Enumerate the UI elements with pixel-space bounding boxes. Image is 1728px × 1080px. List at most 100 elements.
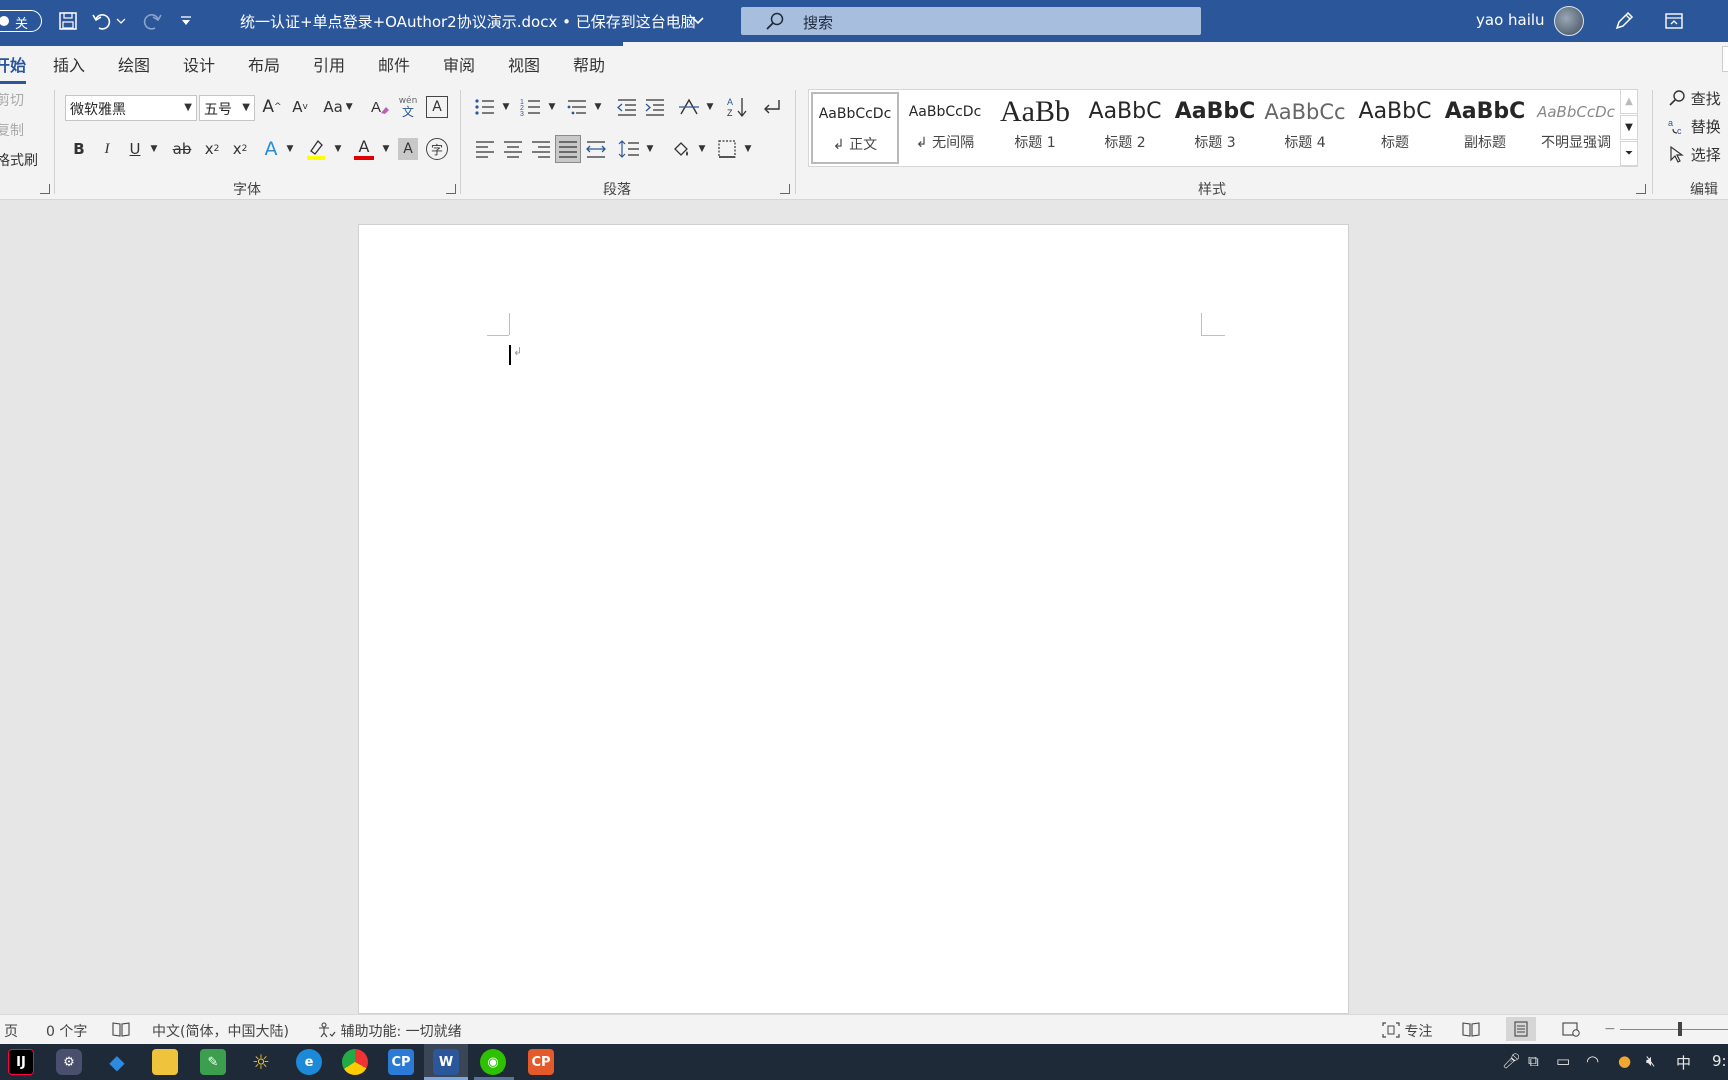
bullets-icon[interactable] — [472, 94, 498, 120]
edge-browser-icon[interactable]: e — [296, 1049, 322, 1075]
shrink-font-button[interactable]: Av — [288, 94, 312, 120]
word-count[interactable]: 0 个字 — [46, 1021, 87, 1041]
web-layout-icon[interactable] — [1562, 1021, 1580, 1041]
bullets-dropdown-icon[interactable]: ▼ — [500, 94, 512, 120]
document-title[interactable]: 统一认证+单点登录+OAuthor2协议演示.docx • 已保存到这台电脑 — [240, 11, 696, 32]
highlight-color-icon[interactable] — [304, 136, 328, 162]
strikethrough-button[interactable]: ab — [170, 136, 194, 162]
save-icon[interactable] — [56, 9, 80, 33]
select-button[interactable]: 选择 — [1668, 144, 1721, 165]
align-center-icon[interactable] — [500, 136, 526, 162]
style-subtle-emphasis[interactable]: AaBbCcDc 不明显强调 — [1531, 92, 1621, 164]
zoom-slider[interactable] — [1620, 1029, 1728, 1030]
style-heading-2[interactable]: AaBbC 标题 2 — [1081, 92, 1169, 164]
tab-help[interactable]: 帮助 — [573, 52, 605, 76]
style-title[interactable]: AaBbC 标题 — [1351, 92, 1439, 164]
underline-dropdown-icon[interactable]: ▼ — [148, 136, 160, 162]
font-color-dropdown-icon[interactable]: ▼ — [380, 136, 392, 162]
ime-indicator[interactable]: 中 — [1676, 1052, 1691, 1073]
tab-mailings[interactable]: 邮件 — [378, 52, 410, 76]
text-effects-button[interactable]: A — [260, 136, 282, 162]
tab-view[interactable]: 视图 — [508, 52, 540, 76]
proofing-book-icon[interactable] — [112, 1021, 130, 1041]
wifi-icon[interactable]: ◠ — [1586, 1052, 1599, 1070]
tab-design[interactable]: 设计 — [183, 52, 215, 76]
justify-icon[interactable] — [555, 135, 581, 163]
spreadsheet-app-icon[interactable]: ✎ — [200, 1049, 226, 1075]
avatar[interactable] — [1554, 6, 1584, 36]
text-effects-dropdown-icon[interactable]: ▼ — [284, 136, 296, 162]
customize-toolbar-icon[interactable] — [176, 9, 196, 33]
numbering-icon[interactable]: 123 — [518, 94, 544, 120]
italic-button[interactable]: I — [96, 136, 118, 162]
font-color-button[interactable]: A — [352, 134, 376, 164]
align-right-icon[interactable] — [528, 136, 554, 162]
cp-orange-app-icon[interactable]: CP — [528, 1049, 554, 1075]
designer-pen-icon[interactable] — [1612, 9, 1636, 33]
title-dropdown-icon[interactable] — [690, 9, 706, 33]
style-no-spacing[interactable]: AaBbCcDc ↲ 无间隔 — [901, 92, 989, 164]
numbering-dropdown-icon[interactable]: ▼ — [546, 94, 558, 120]
focus-mode-button[interactable]: 专注 — [1382, 1021, 1432, 1041]
character-shading-button[interactable]: A — [398, 138, 418, 160]
change-case-button[interactable]: Aa ▼ — [318, 94, 358, 120]
print-layout-icon[interactable] — [1506, 1017, 1536, 1041]
enclose-characters-button[interactable]: 字 — [426, 138, 448, 160]
grow-font-button[interactable]: A ^ — [260, 94, 284, 120]
microphone-icon[interactable]: 🎤︎ — [1502, 1052, 1521, 1070]
qq-icon[interactable]: ● — [1618, 1052, 1631, 1070]
cut-button[interactable]: 剪切 — [0, 90, 24, 110]
word-app-icon[interactable]: W — [433, 1049, 459, 1075]
clock[interactable]: 9: — [1712, 1052, 1727, 1070]
search-input[interactable]: 搜索 — [741, 7, 1201, 35]
accessibility-status[interactable]: 辅助功能: 一切就绪 — [318, 1021, 462, 1041]
wechat-icon[interactable]: ◉ — [480, 1049, 506, 1075]
clipboard-launcher-icon[interactable] — [40, 184, 50, 194]
file-explorer-icon[interactable] — [152, 1049, 178, 1075]
tab-draw[interactable]: 绘图 — [118, 52, 150, 76]
multilevel-dropdown-icon[interactable]: ▼ — [592, 94, 604, 120]
tab-references[interactable]: 引用 — [313, 52, 345, 76]
chinese-layout-icon[interactable] — [676, 94, 702, 120]
volume-muted-icon[interactable]: 🔇︎ — [1646, 1052, 1655, 1070]
cp-app-icon[interactable]: CP — [388, 1049, 414, 1075]
tab-layout[interactable]: 布局 — [248, 52, 280, 76]
gallery-scroll-up-icon[interactable]: ▲ — [1620, 89, 1638, 114]
line-spacing-icon[interactable] — [616, 136, 642, 162]
borders-dropdown-icon[interactable]: ▼ — [742, 136, 754, 162]
tab-review[interactable]: 审阅 — [443, 52, 475, 76]
zoom-out-button[interactable]: − — [1604, 1021, 1616, 1037]
font-name-dropdown[interactable]: 微软雅黑 ▼ — [65, 95, 197, 121]
clear-formatting-icon[interactable]: A — [368, 94, 392, 120]
font-launcher-icon[interactable] — [446, 184, 456, 194]
character-border-button[interactable]: A — [426, 96, 448, 118]
line-spacing-dropdown-icon[interactable]: ▼ — [644, 136, 656, 162]
styles-launcher-icon[interactable] — [1636, 184, 1646, 194]
page-count[interactable]: 页 — [4, 1021, 18, 1041]
language-indicator[interactable]: 中文(简体，中国大陆) — [152, 1021, 289, 1041]
tab-home[interactable]: 开始 — [0, 52, 27, 84]
distributed-icon[interactable] — [583, 136, 609, 162]
paw-app-icon[interactable]: ☼ — [248, 1049, 274, 1075]
vscode-icon[interactable]: ◆ — [104, 1049, 130, 1075]
battery-icon[interactable]: ▭ — [1556, 1052, 1570, 1070]
document-page[interactable]: ↲ — [358, 224, 1349, 1014]
find-button[interactable]: 查找 — [1668, 88, 1721, 109]
chinese-layout-dropdown-icon[interactable]: ▼ — [704, 94, 716, 120]
read-mode-icon[interactable] — [1462, 1021, 1480, 1041]
shading-dropdown-icon[interactable]: ▼ — [696, 136, 708, 162]
copy-button[interactable]: 复制 — [0, 120, 24, 140]
replace-button[interactable]: ac 替换 — [1668, 116, 1721, 137]
font-size-dropdown[interactable]: 五号 ▼ — [199, 95, 255, 121]
autosave-toggle[interactable]: 关 — [0, 10, 42, 32]
decrease-indent-icon[interactable] — [614, 94, 640, 120]
account-name[interactable]: yao hailu — [1476, 11, 1545, 29]
gallery-scroll-down-icon[interactable]: ▼ — [1620, 115, 1638, 140]
style-heading-3[interactable]: AaBbC 标题 3 — [1171, 92, 1259, 164]
intellij-icon[interactable]: IJ — [8, 1049, 34, 1075]
multilevel-list-icon[interactable] — [564, 94, 590, 120]
subscript-button[interactable]: x2 — [200, 136, 224, 162]
style-heading-4[interactable]: AaBbCc 标题 4 — [1261, 92, 1349, 164]
undo-icon[interactable] — [90, 9, 114, 33]
sort-icon[interactable]: AZ — [724, 94, 750, 120]
